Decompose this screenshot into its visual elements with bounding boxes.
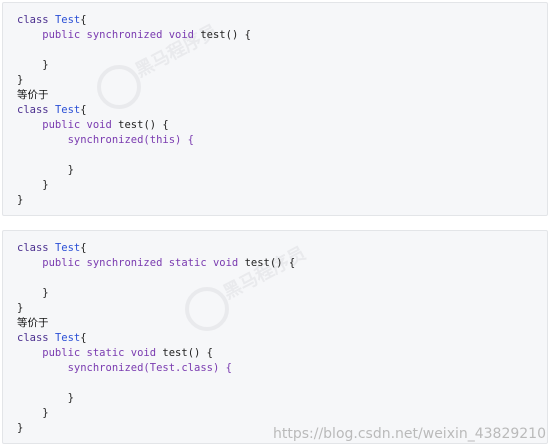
code-line: } — [17, 164, 74, 176]
code-line: class Test{ — [17, 242, 87, 254]
watermark-brand: 黑马程序员 — [220, 242, 310, 304]
code-line: class Test{ — [17, 14, 87, 26]
code-line: public synchronized void test() { — [17, 29, 251, 41]
watermark-logo-icon — [97, 65, 141, 109]
code-line: } — [17, 407, 49, 419]
watermark-logo-icon — [185, 287, 229, 331]
code-line: } — [17, 392, 74, 404]
code-line: class Test{ — [17, 104, 87, 116]
equivalent-label: 等价于 — [17, 89, 49, 101]
code-line: } — [17, 194, 24, 206]
code-block-static-method: 黑马程序员 class Test{ public synchronized st… — [2, 230, 548, 444]
code-line: class Test{ — [17, 332, 87, 344]
code-line: synchronized(this) { — [17, 134, 195, 146]
code-line: } — [17, 302, 24, 314]
code-line: } — [17, 179, 49, 191]
code-line: } — [17, 74, 24, 86]
code-line: public void test() { — [17, 119, 169, 131]
code-line: synchronized(Test.class) { — [17, 362, 232, 374]
code-block-instance-method: 黑马程序员 class Test{ public synchronized vo… — [2, 2, 548, 216]
code-line: public synchronized static void test() { — [17, 257, 296, 269]
csdn-watermark: https://blog.csdn.net/weixin_43829210 — [272, 426, 546, 442]
code-line: } — [17, 422, 24, 434]
code-line: } — [17, 59, 49, 71]
equivalent-label: 等价于 — [17, 317, 49, 329]
code-line: public static void test() { — [17, 347, 213, 359]
code-line: } — [17, 287, 49, 299]
